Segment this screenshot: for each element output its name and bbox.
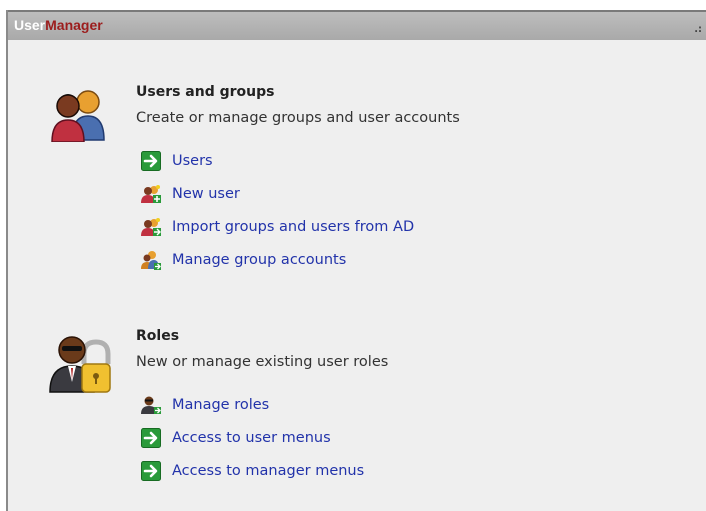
green-arrow-icon	[140, 427, 162, 449]
green-arrow-icon	[140, 150, 162, 172]
roles-links-list: Manage roles Access to user menus Access…	[140, 388, 364, 487]
users-section-heading: Users and groups	[136, 84, 275, 100]
users-link[interactable]: Users	[140, 144, 414, 177]
roles-section-description: New or manage existing user roles	[136, 354, 389, 370]
manage-roles-icon	[140, 394, 162, 416]
access-manager-menus-link[interactable]: Access to manager menus	[140, 454, 364, 487]
users-link-label: Users	[172, 152, 213, 169]
user-manager-window: UserManager .: Users and groups Create o…	[6, 10, 706, 511]
access-manager-menus-link-label: Access to manager menus	[172, 462, 365, 479]
manage-roles-link-label: Manage roles	[172, 396, 270, 413]
users-section-description: Create or manage groups and user account…	[136, 110, 460, 126]
green-arrow-icon	[140, 460, 162, 482]
users-links-list: Users New user Import groups and users f…	[140, 144, 414, 276]
window-title-part1: User	[14, 17, 46, 33]
access-user-menus-link[interactable]: Access to user menus	[140, 421, 364, 454]
resize-grip-icon[interactable]: .:	[694, 24, 702, 35]
manage-roles-link[interactable]: Manage roles	[140, 388, 364, 421]
group-accounts-icon	[140, 249, 162, 271]
user-lock-icon	[48, 330, 112, 400]
import-users-link[interactable]: Import groups and users from AD	[140, 210, 414, 243]
manage-group-accounts-link-label: Manage group accounts	[172, 251, 347, 268]
users-group-icon	[48, 86, 108, 146]
new-user-link-label: New user	[172, 185, 240, 202]
access-user-menus-link-label: Access to user menus	[172, 429, 331, 446]
new-user-icon	[140, 183, 162, 205]
import-users-icon	[140, 216, 162, 238]
roles-section-heading: Roles	[136, 328, 180, 344]
new-user-link[interactable]: New user	[140, 177, 414, 210]
window-title-part2: Manager	[45, 17, 103, 33]
import-users-link-label: Import groups and users from AD	[172, 218, 415, 235]
manage-group-accounts-link[interactable]: Manage group accounts	[140, 243, 414, 276]
title-bar: UserManager .:	[8, 10, 706, 40]
window-title: UserManager	[14, 17, 103, 33]
